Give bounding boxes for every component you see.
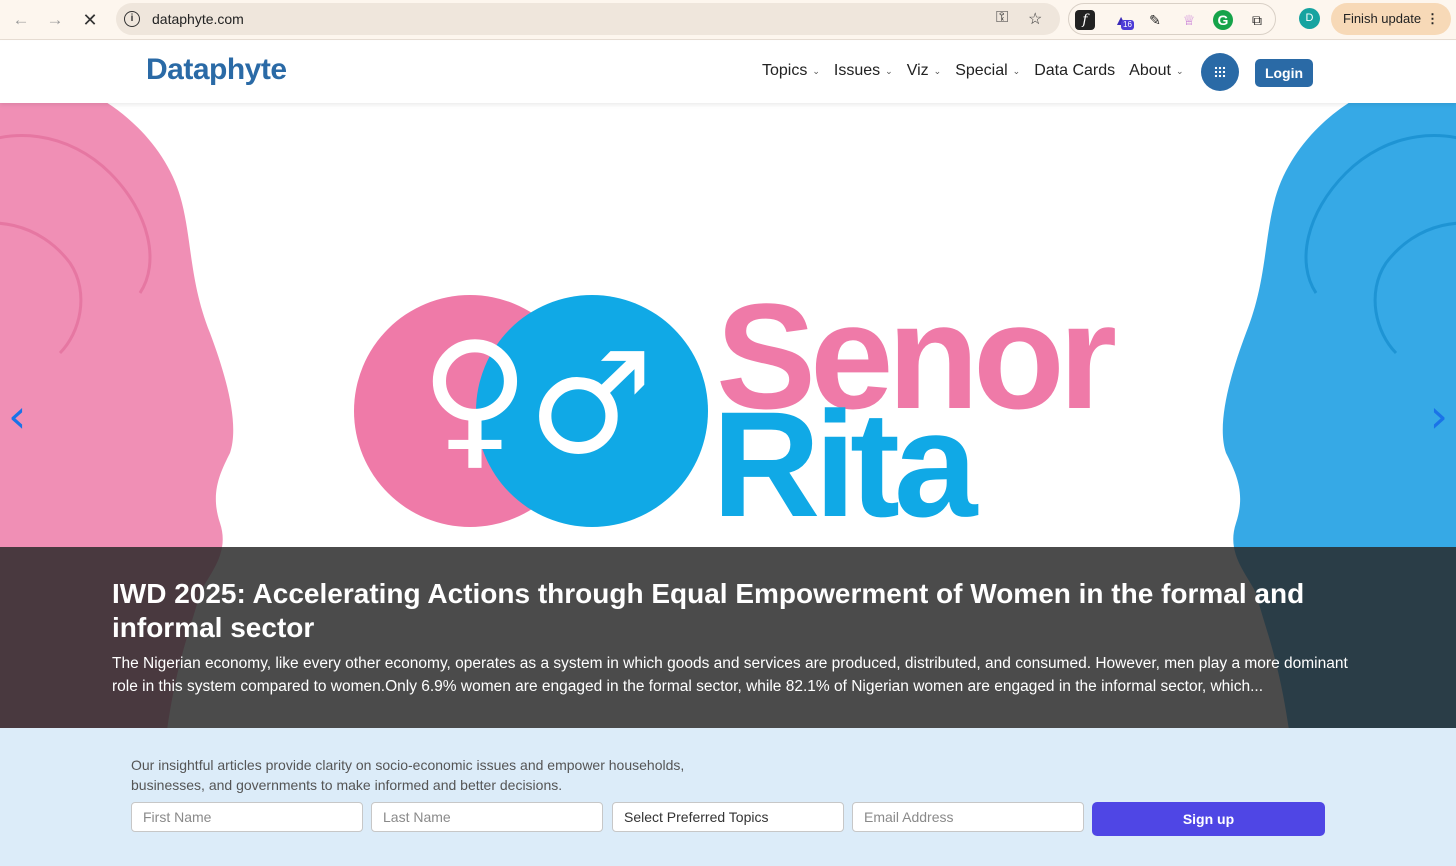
nav-special-label: Special <box>955 62 1008 79</box>
grid-icon <box>1214 66 1226 78</box>
nav-special[interactable]: Special ⌄ <box>955 62 1020 80</box>
nav-data-cards-label: Data Cards <box>1034 62 1116 79</box>
finish-update-label: Finish update <box>1343 11 1422 26</box>
forward-arrow-icon[interactable]: → <box>43 8 67 32</box>
login-button[interactable]: Login <box>1255 59 1313 87</box>
nav-viz-label: Viz <box>906 62 929 79</box>
nav-about-label: About <box>1129 62 1171 79</box>
email-field[interactable]: Email Address <box>852 802 1084 832</box>
profile-avatar[interactable]: D <box>1299 8 1320 29</box>
password-key-icon[interactable]: ⚿ <box>996 9 1008 27</box>
hero-excerpt: The Nigerian economy, like every other e… <box>112 655 1348 695</box>
stop-loading-icon[interactable]: ✕ <box>78 8 102 32</box>
female-symbol-icon: ♀ <box>420 311 530 485</box>
site-header: Dataphyte Topics ⌄ Issues ⌄ Viz ⌄ Special ⌄ … <box>0 41 1456 103</box>
back-arrow-icon[interactable]: ← <box>9 8 33 32</box>
preferred-topics-select[interactable]: Select Preferred Topics <box>612 802 844 832</box>
hero-title[interactable]: IWD 2025: Accelerating Actions through E… <box>112 577 1352 645</box>
male-symbol-icon: ♂ <box>528 323 654 486</box>
hero-caption: IWD 2025: Accelerating Actions through E… <box>0 547 1456 728</box>
signup-button[interactable]: Sign up <box>1092 802 1325 836</box>
chevron-down-icon: ⌄ <box>1175 65 1184 76</box>
hero-logo-word-rita: Rita <box>712 380 977 548</box>
crown-extension-icon[interactable]: ♕ <box>1179 10 1199 30</box>
extensions-tray: f ▲16 ✎ ♕ G ⧉ <box>1068 3 1276 35</box>
extension-badge: 16 <box>1121 20 1134 30</box>
graduation-cap-extension-icon[interactable]: ▲16 <box>1111 10 1134 30</box>
chevron-down-icon: ⌄ <box>1012 65 1021 76</box>
newsletter-section: Our insightful articles provide clarity … <box>0 728 1456 866</box>
last-name-field[interactable]: Last Name <box>371 802 603 832</box>
hero-carousel: ♀ ♂ Senor Rita ‹ › IWD 2025: Acceleratin… <box>0 103 1456 728</box>
formula-extension-icon[interactable]: f <box>1075 10 1095 30</box>
nav-about[interactable]: About ⌄ <box>1129 62 1183 80</box>
nav-issues[interactable]: Issues ⌄ <box>834 62 893 80</box>
url-text[interactable]: dataphyte.com <box>152 11 244 27</box>
browser-toolbar: ← → ✕ i dataphyte.com ⚿ ☆ f ▲16 ✎ ♕ G ⧉ … <box>0 0 1456 40</box>
carousel-prev-icon[interactable]: ‹ <box>8 393 26 439</box>
puzzle-extensions-icon[interactable]: ⧉ <box>1247 10 1267 30</box>
chevron-down-icon: ⌄ <box>933 65 942 76</box>
grammarly-extension-icon[interactable]: G <box>1213 10 1233 30</box>
apps-grid-button[interactable] <box>1201 53 1239 91</box>
site-logo[interactable]: Dataphyte <box>146 53 287 87</box>
first-name-field[interactable]: First Name <box>131 802 363 832</box>
nav-topics[interactable]: Topics ⌄ <box>762 62 820 80</box>
carousel-next-icon[interactable]: › <box>1430 393 1448 439</box>
nav-topics-label: Topics <box>762 62 808 79</box>
nav-viz[interactable]: Viz ⌄ <box>907 62 941 80</box>
newsletter-description: Our insightful articles provide clarity … <box>131 757 685 793</box>
nav-issues-label: Issues <box>833 62 881 79</box>
finish-update-button[interactable]: Finish update ⋮ <box>1331 3 1451 35</box>
more-vert-icon: ⋮ <box>1426 11 1439 26</box>
site-info-icon[interactable]: i <box>124 11 140 27</box>
bookmark-star-icon[interactable]: ☆ <box>1028 9 1042 29</box>
main-nav: Topics ⌄ Issues ⌄ Viz ⌄ Special ⌄ Data Cards… <box>762 62 1184 80</box>
nav-data-cards[interactable]: Data Cards <box>1034 62 1115 80</box>
eyedropper-extension-icon[interactable]: ✎ <box>1145 10 1165 30</box>
chevron-down-icon: ⌄ <box>812 65 820 76</box>
address-bar[interactable]: i dataphyte.com ⚿ ☆ <box>116 3 1060 35</box>
chevron-down-icon: ⌄ <box>885 65 893 76</box>
